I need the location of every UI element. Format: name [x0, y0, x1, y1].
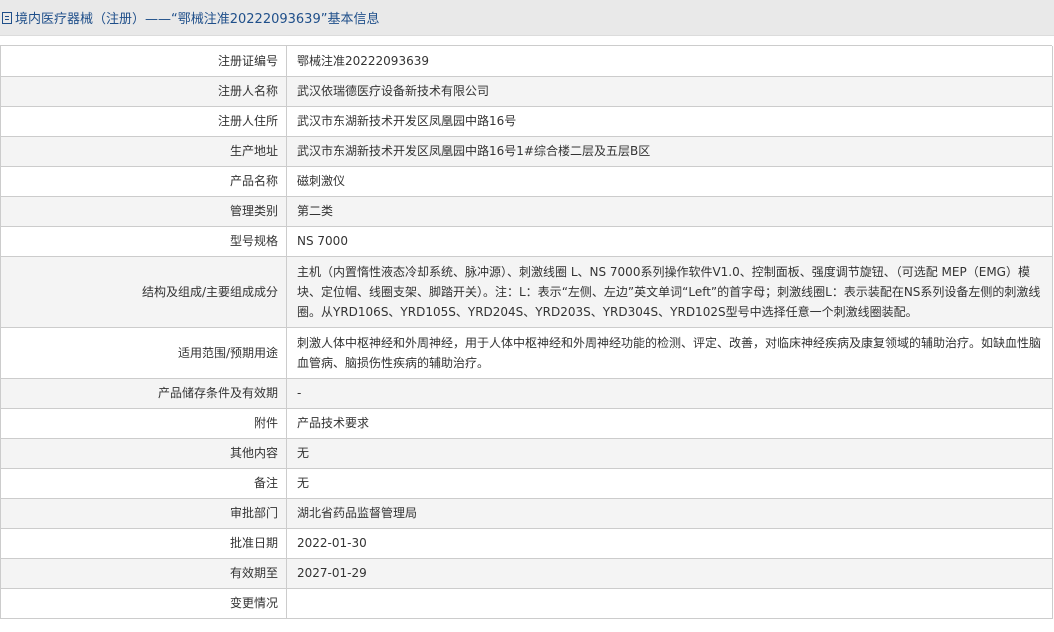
table-row-approval-department: 审批部门 湖北省药品监督管理局: [0, 498, 1053, 529]
table-row-storage-validity: 产品储存条件及有效期 -: [0, 378, 1053, 409]
table-row-production-address: 生产地址 武汉市东湖新技术开发区凤凰园中路16号1#综合楼二层及五层B区: [0, 136, 1053, 167]
row-value: -: [286, 378, 1053, 409]
row-label: 备注: [0, 468, 287, 499]
row-label: 结构及组成/主要组成成分: [0, 256, 287, 328]
table-row-model-spec: 型号规格 NS 7000: [0, 226, 1053, 257]
row-value: 武汉依瑞德医疗设备新技术有限公司: [286, 76, 1053, 107]
row-value: 湖北省药品监督管理局: [286, 498, 1053, 529]
row-value: 2022-01-30: [286, 528, 1053, 559]
row-label: 产品储存条件及有效期: [0, 378, 287, 409]
row-label: 注册人住所: [0, 106, 287, 137]
table-row-approval-date: 批准日期 2022-01-30: [0, 528, 1053, 559]
table-row-other-content: 其他内容 无: [0, 438, 1053, 469]
row-label: 变更情况: [0, 588, 287, 619]
row-label: 审批部门: [0, 498, 287, 529]
row-label: 产品名称: [0, 166, 287, 197]
row-label: 注册人名称: [0, 76, 287, 107]
row-value: 无: [286, 438, 1053, 469]
row-value: 无: [286, 468, 1053, 499]
row-value: 刺激人体中枢神经和外周神经，用于人体中枢神经和外周神经功能的检测、评定、改善，对…: [286, 327, 1053, 379]
row-value: 第二类: [286, 196, 1053, 227]
document-icon: [2, 11, 12, 24]
table-row-registrant-address: 注册人住所 武汉市东湖新技术开发区凤凰园中路16号: [0, 106, 1053, 137]
row-label: 管理类别: [0, 196, 287, 227]
row-value: 产品技术要求: [286, 408, 1053, 439]
page-header: 境内医疗器械（注册）——“鄂械注准20222093639”基本信息: [0, 0, 1054, 36]
info-table-container: 注册证编号 鄂械注准20222093639 注册人名称 武汉依瑞德医疗设备新技术…: [0, 45, 1053, 619]
row-value: [286, 588, 1053, 619]
table-row-change-history: 变更情况: [0, 588, 1053, 619]
row-value: 武汉市东湖新技术开发区凤凰园中路16号1#综合楼二层及五层B区: [286, 136, 1053, 167]
page-title: 境内医疗器械（注册）——“鄂械注准20222093639”基本信息: [15, 12, 380, 27]
table-row-intended-use: 适用范围/预期用途 刺激人体中枢神经和外周神经，用于人体中枢神经和外周神经功能的…: [0, 327, 1053, 379]
table-row-valid-until: 有效期至 2027-01-29: [0, 558, 1053, 589]
table-row-remarks: 备注 无: [0, 468, 1053, 499]
row-label: 其他内容: [0, 438, 287, 469]
row-value: NS 7000: [286, 226, 1053, 257]
row-label: 附件: [0, 408, 287, 439]
table-row-attachment: 附件 产品技术要求: [0, 408, 1053, 439]
table-row-product-name: 产品名称 磁刺激仪: [0, 166, 1053, 197]
table-row-management-category: 管理类别 第二类: [0, 196, 1053, 227]
row-label: 注册证编号: [0, 46, 287, 77]
row-label: 适用范围/预期用途: [0, 327, 287, 379]
row-value: 鄂械注准20222093639: [286, 46, 1053, 77]
row-label: 有效期至: [0, 558, 287, 589]
row-value: 2027-01-29: [286, 558, 1053, 589]
row-label: 生产地址: [0, 136, 287, 167]
row-value: 主机（内置惰性液态冷却系统、脉冲源）、刺激线圈 L、NS 7000系列操作软件V…: [286, 256, 1053, 328]
row-label: 批准日期: [0, 528, 287, 559]
table-row-structure-composition: 结构及组成/主要组成成分 主机（内置惰性液态冷却系统、脉冲源）、刺激线圈 L、N…: [0, 256, 1053, 328]
row-value: 武汉市东湖新技术开发区凤凰园中路16号: [286, 106, 1053, 137]
table-row-registration-number: 注册证编号 鄂械注准20222093639: [0, 46, 1053, 77]
info-table: 注册证编号 鄂械注准20222093639 注册人名称 武汉依瑞德医疗设备新技术…: [0, 46, 1053, 619]
row-label: 型号规格: [0, 226, 287, 257]
table-row-registrant-name: 注册人名称 武汉依瑞德医疗设备新技术有限公司: [0, 76, 1053, 107]
row-value: 磁刺激仪: [286, 166, 1053, 197]
